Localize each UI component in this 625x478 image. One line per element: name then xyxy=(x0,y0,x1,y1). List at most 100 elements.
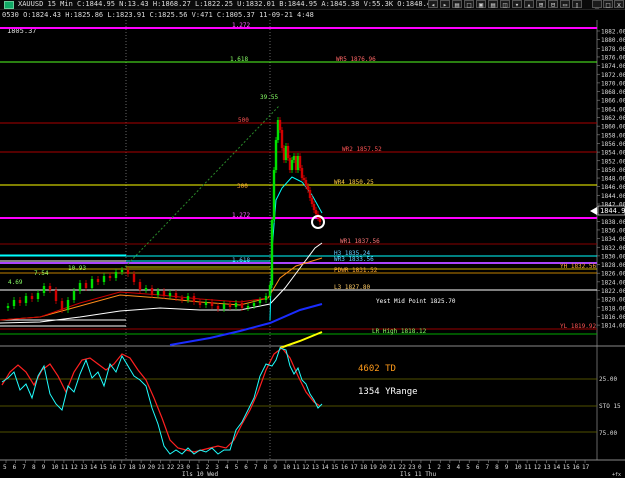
price-tick-label: 1818.00 xyxy=(601,305,625,312)
price-tick-label: 1882.00 xyxy=(601,29,625,36)
toolbar-button-5[interactable]: ▤ xyxy=(488,0,498,9)
status-text: 0530 O:1824.43 H:1825.86 L:1823.91 C:182… xyxy=(2,11,314,19)
price-tick-label: 1876.00 xyxy=(601,54,625,61)
candle-body xyxy=(48,286,52,290)
price-panel xyxy=(0,20,597,346)
candle-body xyxy=(30,296,34,299)
candle-body xyxy=(42,286,46,293)
time-tick-label: 2 xyxy=(437,464,441,471)
candle-body xyxy=(150,288,154,295)
candle-body xyxy=(240,303,244,308)
time-tick-label: 14 xyxy=(90,464,98,471)
time-tick-label: 16 xyxy=(572,464,580,471)
time-tick-label: 19 xyxy=(370,464,378,471)
candle-body xyxy=(222,304,226,309)
toolbar-button-7[interactable]: ▾ xyxy=(512,0,522,9)
candle-body xyxy=(306,186,310,190)
close-button[interactable]: x xyxy=(614,0,624,9)
time-tick-label: 13 xyxy=(80,464,88,471)
time-tick-label: 15 xyxy=(100,464,108,471)
candle-body xyxy=(108,276,112,278)
time-tick-label: 7 xyxy=(254,464,258,471)
time-tick-label: 8 xyxy=(264,464,268,471)
candle-body xyxy=(120,270,124,272)
maximize-button[interactable]: □ xyxy=(603,0,613,9)
toolbar-button-6[interactable]: ◫ xyxy=(500,0,510,9)
candle-body xyxy=(210,302,214,306)
time-tick-label: 18 xyxy=(360,464,368,471)
time-tick-label: 4 xyxy=(225,464,229,471)
toolbar-button-1[interactable]: ▸ xyxy=(440,0,450,9)
toolbar-button-11[interactable]: ▭ xyxy=(560,0,570,9)
toolbar-button-3[interactable]: □ xyxy=(464,0,474,9)
price-tick-label: 1848.00 xyxy=(601,176,625,183)
toolbar-button-0[interactable]: ◂ xyxy=(428,0,438,9)
yrange-label: 1354 YRange xyxy=(358,387,418,397)
candle-body xyxy=(268,285,272,296)
price-tick-label: 1854.00 xyxy=(601,150,625,157)
price-tick-label: 1822.00 xyxy=(601,288,625,295)
candle-body xyxy=(290,160,294,170)
axis-tail-label: +fx xyxy=(612,472,621,478)
time-tick-label: 20 xyxy=(148,464,156,471)
candle-body xyxy=(72,291,76,300)
toolbar-button-2[interactable]: ▤ xyxy=(452,0,462,9)
time-tick-label: 12 xyxy=(302,464,310,471)
time-tick-label: 11 xyxy=(524,464,532,471)
candle-body xyxy=(102,276,106,282)
candle-body xyxy=(198,302,202,305)
level-label: LR High 1818.12 xyxy=(372,328,427,335)
candle-body xyxy=(90,279,94,288)
candle-body xyxy=(84,283,88,288)
time-tick-label: 3 xyxy=(447,464,451,471)
oscillator-panel: 4602 TD 1354 YRange xyxy=(0,347,597,455)
price-tick-label: 1860.00 xyxy=(601,124,625,131)
swing-label-3: 10.93 xyxy=(68,265,86,272)
td-label: 4602 TD xyxy=(358,364,396,374)
window-title: XAUUSD 15 Min C:1844.95 N:13.43 H:1868.2… xyxy=(18,0,436,8)
time-tick-label: 14 xyxy=(321,464,329,471)
time-tick-label: 9 xyxy=(42,464,46,471)
time-tick-label: 1 xyxy=(428,464,432,471)
current-price-label: 1844.95 xyxy=(600,207,625,215)
price-tick-label: 1858.00 xyxy=(601,132,625,139)
toolbar-button-12[interactable]: ▯ xyxy=(572,0,582,9)
candle-body xyxy=(304,180,308,186)
price-tick-label: 1856.00 xyxy=(601,141,625,148)
price-tick-label: 1832.00 xyxy=(601,245,625,252)
candle-body xyxy=(298,156,302,168)
price-tick-label: 1814.00 xyxy=(601,323,625,330)
time-tick-label: 4 xyxy=(457,464,461,471)
toolbar-button-9[interactable]: ⊞ xyxy=(536,0,546,9)
price-tick-label: 1862.00 xyxy=(601,115,625,122)
price-tick-label: 1864.00 xyxy=(601,106,625,113)
level-label: 1.272 xyxy=(232,22,250,29)
oscillator-axis: 25.00 STO 15 75.00 xyxy=(599,376,621,437)
candle-body xyxy=(96,279,100,282)
toolbar-button-10[interactable]: ⊟ xyxy=(548,0,558,9)
time-tick-label: 15 xyxy=(331,464,339,471)
time-tick-label: 9 xyxy=(273,464,277,471)
price-tick-label: 1844.00 xyxy=(601,193,625,200)
toolbar-button-8[interactable]: ▴ xyxy=(524,0,534,9)
level-label: PDWR 1831.52 xyxy=(334,267,378,274)
time-tick-label: 17 xyxy=(582,464,590,471)
time-tick-label: 22 xyxy=(167,464,175,471)
time-tick-label: 16 xyxy=(341,464,349,471)
wr3-label: WR3 1833.56 xyxy=(334,256,374,263)
minimize-button[interactable]: _ xyxy=(592,0,602,9)
candle-body xyxy=(126,270,130,274)
fib-300-label: 300 xyxy=(237,183,248,190)
price-chart[interactable]: 1805.37 1.272WR5 1876.961.618500WR2 1857… xyxy=(0,20,625,478)
toolbar-button-4[interactable]: ▣ xyxy=(476,0,486,9)
candle-body xyxy=(186,296,190,300)
fib-high-label: 39.55 xyxy=(260,94,278,101)
candle-body xyxy=(138,282,142,290)
osc-axis-label: 25.00 xyxy=(599,376,617,383)
candle-body xyxy=(168,293,172,296)
candle-body xyxy=(114,272,118,278)
time-tick-label: 9 xyxy=(505,464,509,471)
time-tick-label: 5 xyxy=(466,464,470,471)
candle-body xyxy=(192,296,196,302)
candle-body xyxy=(308,190,312,198)
